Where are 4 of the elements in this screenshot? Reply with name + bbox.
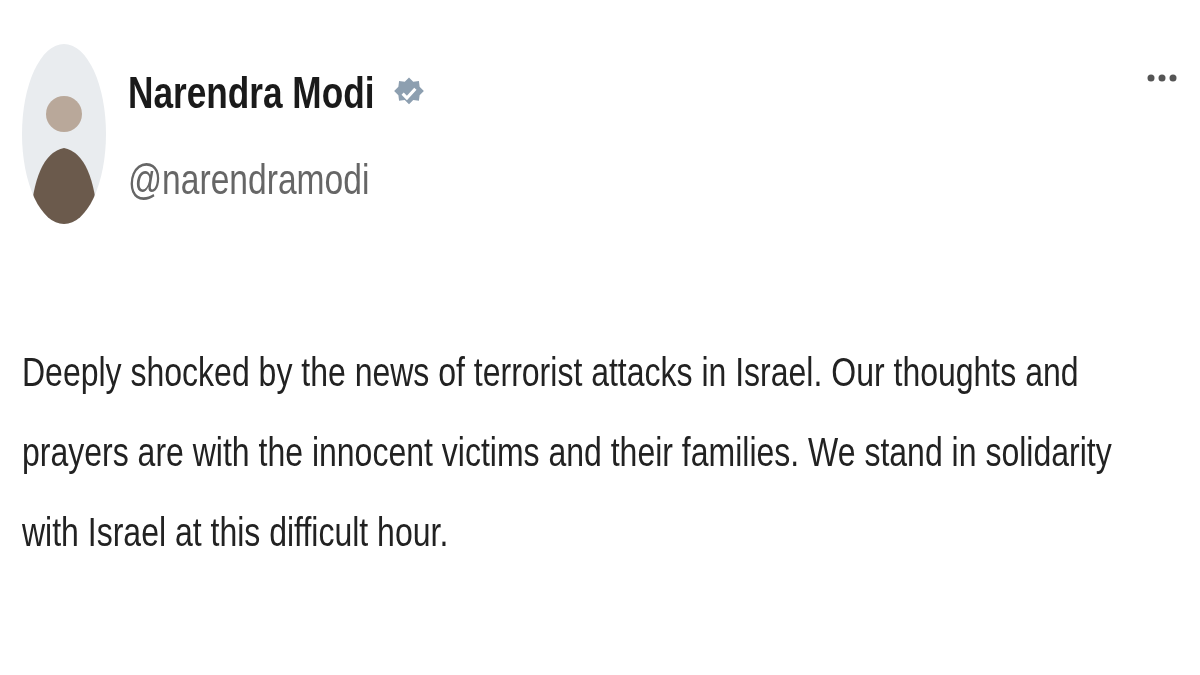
more-options-icon[interactable] [1146, 72, 1178, 84]
post-text: Deeply shocked by the news of terrorist attacks in Israel. Our thoughts and prayers are with the innocent victims and their families. We stand in solidarity with Israel at this difficult hour. [22, 349, 1113, 556]
author-handle[interactable]: @narendramodi [128, 156, 925, 204]
author-name[interactable]: Narendra Modi [128, 68, 375, 118]
